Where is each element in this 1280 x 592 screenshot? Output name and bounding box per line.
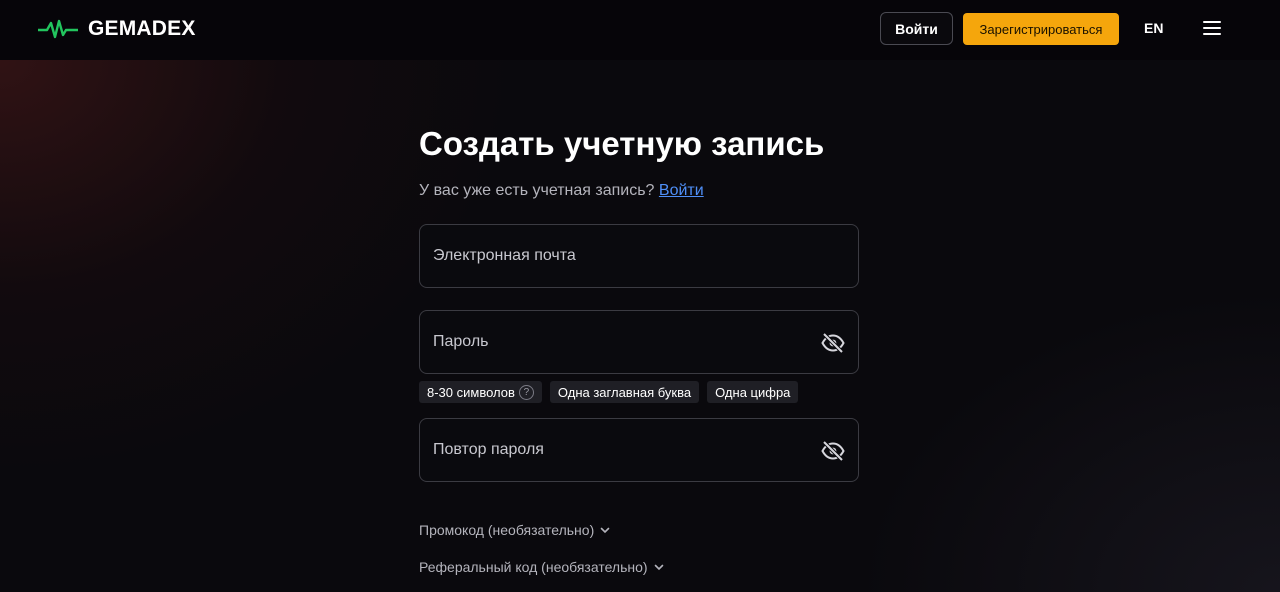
page-title: Создать учетную запись: [419, 125, 825, 162]
login-link[interactable]: Войти: [659, 182, 704, 199]
email-input[interactable]: [433, 247, 813, 265]
password-requirements: 8-30 символов ? Одна заглавная буква Одн…: [419, 381, 799, 403]
password-input[interactable]: [433, 333, 813, 351]
eye-off-icon[interactable]: [821, 331, 845, 355]
hint-digit: Одна цифра: [707, 381, 799, 403]
repeat-password-input[interactable]: [433, 441, 813, 459]
email-field[interactable]: [419, 224, 859, 288]
pulse-icon: [38, 19, 78, 39]
hint-uppercase: Одна заглавная буква: [549, 381, 700, 403]
promo-code-toggle[interactable]: Промокод (необязательно): [419, 522, 610, 538]
language-switch[interactable]: EN: [1144, 20, 1163, 36]
referral-code-toggle[interactable]: Реферальный код (необязательно): [419, 559, 664, 575]
login-prompt: У вас уже есть учетная запись? Войти: [419, 182, 859, 200]
chevron-down-icon: [600, 527, 610, 533]
logo[interactable]: GEMADEX: [38, 17, 196, 41]
chevron-down-icon: [654, 564, 663, 570]
login-button[interactable]: Войти: [880, 12, 953, 45]
top-header: GEMADEX Войти Зарегистрироваться EN: [0, 0, 1280, 60]
logo-text: GEMADEX: [88, 17, 196, 40]
hint-length: 8-30 символов ?: [419, 381, 542, 403]
hamburger-menu-icon[interactable]: [1203, 21, 1221, 37]
password-field[interactable]: [419, 310, 859, 374]
repeat-password-field[interactable]: [419, 418, 859, 482]
signup-form: Создать учетную запись У вас уже есть уч…: [419, 124, 859, 575]
register-button[interactable]: Зарегистрироваться: [963, 13, 1119, 45]
help-icon[interactable]: ?: [518, 384, 534, 400]
eye-off-icon[interactable]: [821, 439, 845, 463]
login-prompt-text: У вас уже есть учетная запись?: [419, 182, 655, 199]
